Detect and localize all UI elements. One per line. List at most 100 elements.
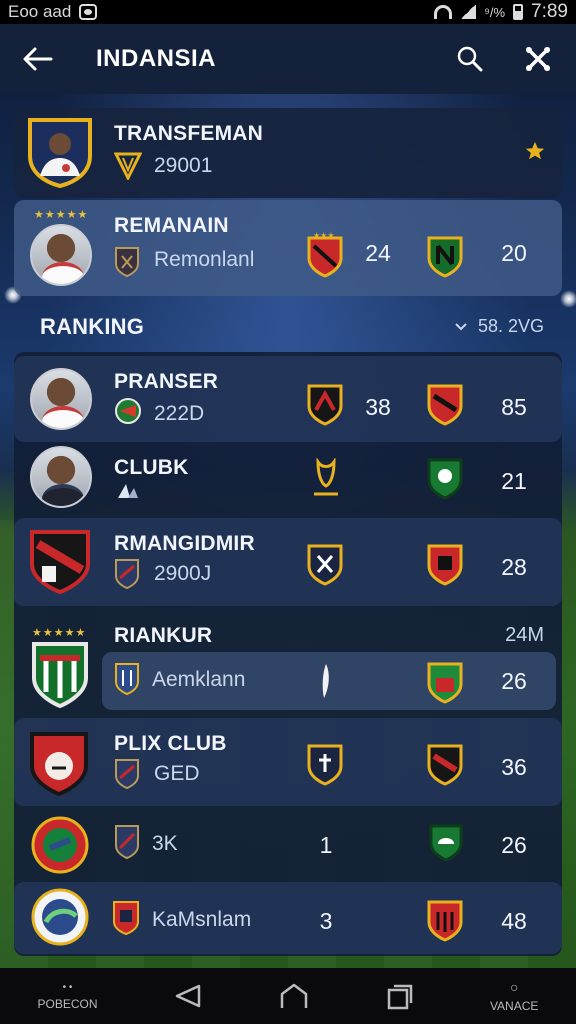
back-button[interactable] — [18, 39, 58, 79]
trophy-icon — [314, 458, 338, 496]
list-item[interactable]: KaMsnlam 3 48 — [14, 882, 562, 954]
home-club-crest-icon — [307, 544, 343, 586]
away-club-crest-icon — [427, 900, 463, 942]
back-arrow-icon — [23, 47, 53, 71]
nav-home-button[interactable] — [278, 982, 310, 1010]
club-crest-icon — [113, 901, 139, 936]
list-item[interactable]: PRANSER 222D 38 85 — [14, 356, 562, 442]
row-sub: 222D — [154, 402, 205, 425]
away-club-crest-icon — [427, 744, 463, 786]
club-crest-icon — [115, 759, 139, 790]
away-club-crest-icon — [427, 544, 463, 586]
nav-recents-button[interactable] — [385, 982, 415, 1010]
stat-value-a: 24 — [365, 240, 391, 266]
transfer-icon — [114, 152, 142, 180]
club-crest-icon — [115, 559, 139, 590]
floodlight — [560, 290, 576, 308]
filter-label: 58. 2VG — [477, 316, 544, 336]
featured-player-value: 29001 — [154, 154, 213, 177]
away-club-crest-icon — [427, 384, 463, 426]
row-name: PLIX CLUB — [114, 732, 227, 755]
page-title: INDANSIA — [96, 45, 217, 72]
club-badge-icon — [30, 732, 88, 797]
avatar — [30, 368, 92, 430]
stat-value-b: 26 — [501, 832, 527, 858]
avatar — [30, 446, 92, 508]
status-text: Eoo aad — [8, 2, 72, 21]
section-title: RANKING — [40, 314, 145, 339]
nav-back-icon — [175, 984, 200, 1008]
list-item[interactable]: 3K 1 26 — [14, 810, 562, 880]
stat-value-a: 1 — [319, 832, 333, 858]
list-subitem[interactable]: Aemklann 26 — [102, 652, 556, 710]
app-bar: INDANSIA — [0, 24, 576, 94]
rating-stars: ★★★★★ — [34, 209, 89, 221]
star-icon[interactable] — [524, 140, 546, 162]
nav-back-button[interactable] — [173, 983, 203, 1009]
svg-text:★★★: ★★★ — [313, 232, 335, 240]
nav-recents-icon — [387, 984, 413, 1010]
row-sub: 2900J — [154, 562, 212, 585]
club-badge-icon — [31, 888, 89, 946]
search-button[interactable] — [450, 39, 490, 79]
battery-percent: ⁹/% — [484, 4, 506, 20]
club-crest-icon — [115, 825, 139, 860]
flag-icon — [322, 664, 329, 698]
close-button[interactable] — [518, 39, 558, 79]
stat-value-b: 20 — [501, 240, 527, 266]
stat-value-a: 38 — [365, 394, 391, 420]
club-crest-icon — [115, 398, 141, 424]
row-sub: KaMsnlam — [152, 908, 252, 931]
status-bar: Eoo aad ⁹/% 7:89 — [0, 0, 576, 24]
away-club-crest-icon — [427, 662, 463, 704]
battery-icon — [513, 4, 524, 20]
nav-home-icon — [280, 983, 307, 1008]
rating-stars: ★★★★★ — [32, 627, 87, 639]
list-item[interactable]: RMANGIDMIR 2900J 28 — [14, 518, 562, 606]
stat-value-a: 3 — [319, 908, 333, 934]
club-badge-icon — [32, 642, 88, 709]
away-club-crest-icon — [427, 458, 463, 500]
stat-value-b: 48 — [501, 908, 527, 934]
club-crest-icon — [115, 663, 139, 696]
nav-left-item[interactable]: • • POBECON — [38, 982, 98, 1011]
club-badge-icon — [30, 530, 90, 595]
stat-value-b: 21 — [501, 468, 527, 494]
list-item[interactable]: ★★★★★ RIANKUR 24M Aemklann 26 — [14, 610, 562, 714]
notification-icon — [79, 4, 98, 20]
nav-right-item[interactable]: ○ VANACE — [490, 979, 538, 1013]
featured-player-card[interactable]: TRANSFEMAN 29001 — [14, 108, 562, 198]
highlight-player-card[interactable]: ★★★★★ REMANAIN Remonlanl ★★★ 24 20 — [14, 200, 562, 296]
club-crest-icon — [115, 247, 139, 278]
ranking-filter[interactable]: 58. 2VG — [454, 316, 544, 337]
row-extra: 24M — [505, 624, 544, 646]
stat-value-b: 26 — [501, 668, 527, 694]
row-sub: 3K — [152, 832, 178, 855]
row-name: CLUBK — [114, 456, 189, 479]
home-club-crest-icon — [307, 744, 343, 786]
stat-value-b: 85 — [501, 394, 527, 420]
row-name: RMANGIDMIR — [114, 532, 255, 555]
player-badge-icon — [28, 118, 92, 188]
list-item[interactable]: CLUBK 21 — [14, 444, 562, 516]
ranking-list: PRANSER 222D 38 85 CLUBK 21 RMANGIDMIR 2… — [14, 352, 562, 956]
highlight-player-name: REMANAIN — [114, 214, 229, 237]
home-club-crest-icon — [307, 384, 343, 426]
row-name: PRANSER — [114, 370, 219, 393]
wifi-icon — [434, 5, 453, 19]
club-badge-icon — [31, 816, 89, 874]
list-item[interactable]: PLIX CLUB GED 36 — [14, 718, 562, 806]
featured-player-name: TRANSFEMAN — [114, 122, 263, 145]
ranking-header: RANKING 58. 2VG — [14, 306, 562, 346]
signal-icon — [460, 5, 477, 19]
nav-left-label: POBECON — [37, 996, 98, 1011]
avatar — [30, 224, 92, 286]
away-club-crest-icon — [427, 236, 463, 278]
dots-icon: • • — [62, 981, 73, 993]
clock: 7:89 — [531, 1, 568, 22]
close-icon — [526, 47, 550, 71]
club-crest-icon — [118, 484, 138, 498]
search-icon — [457, 46, 483, 72]
stat-value-b: 28 — [501, 554, 527, 580]
home-club-crest-icon: ★★★ — [307, 232, 343, 278]
